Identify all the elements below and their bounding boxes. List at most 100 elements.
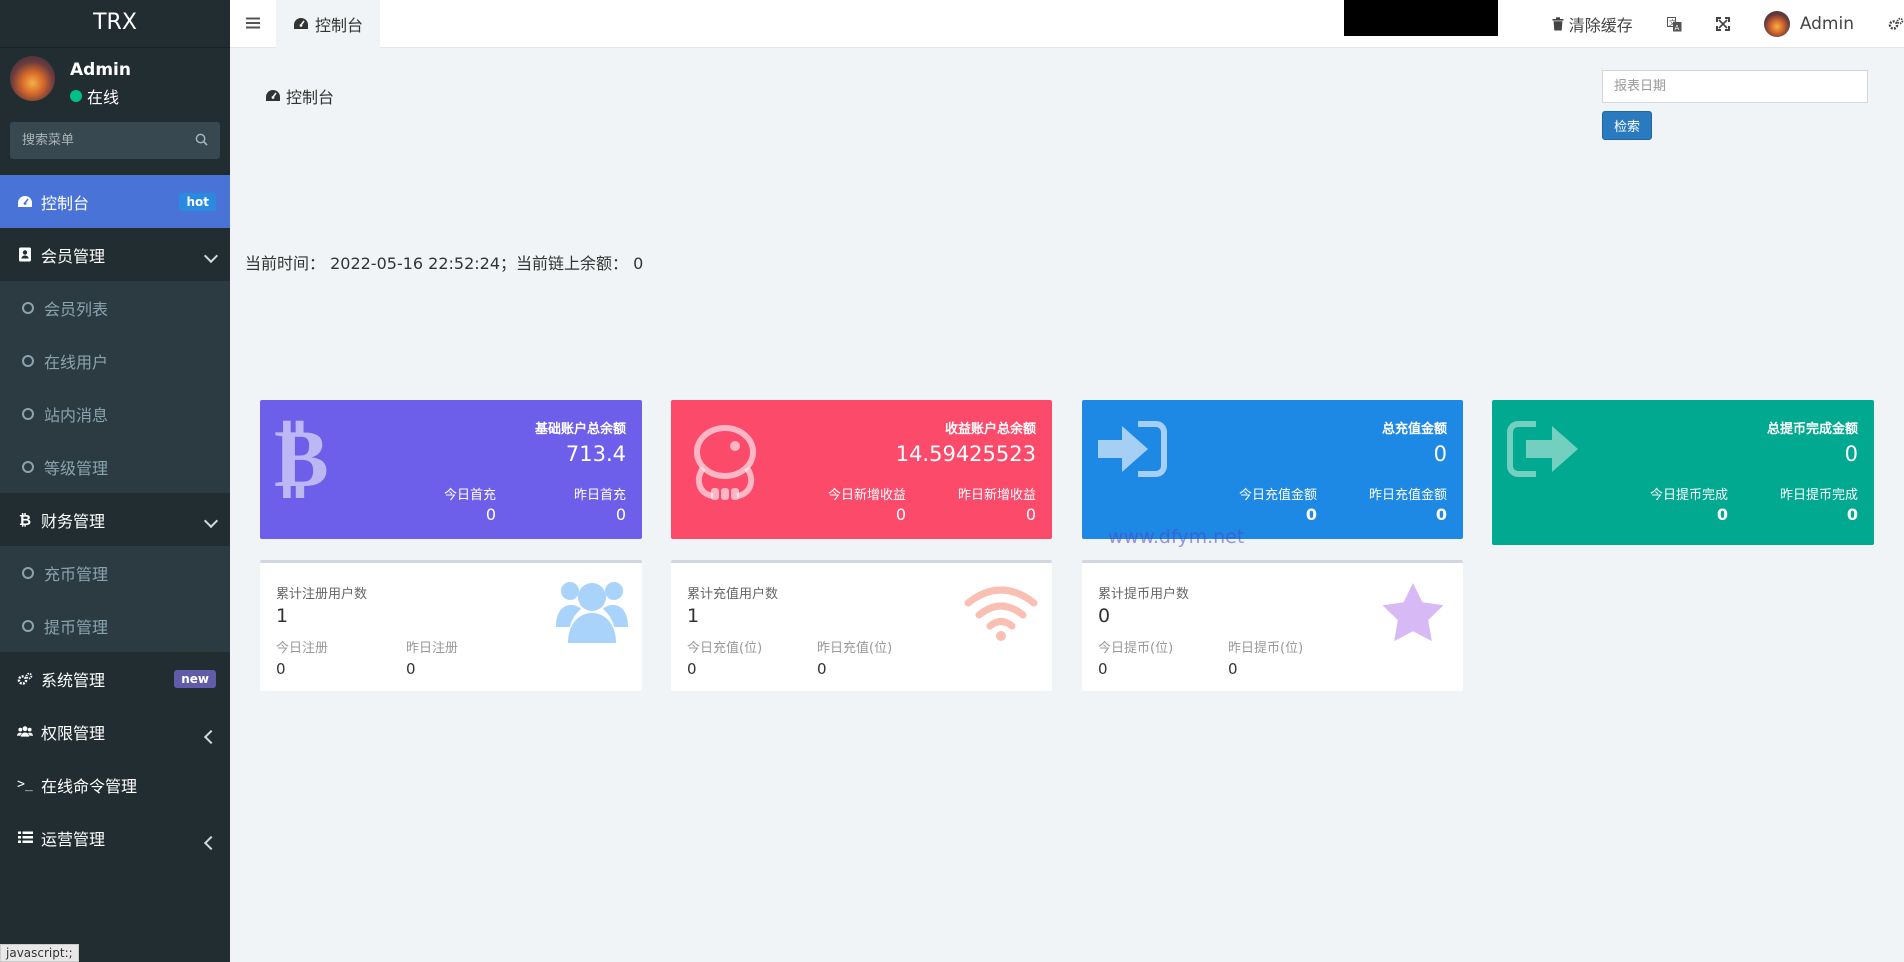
app-logo[interactable]: TRX [0,0,230,48]
info-card-sub-label: 昨日充值(位) [817,641,893,656]
info-card-sub-value: 0 [687,660,697,678]
bitcoin-icon: ₿ [274,418,329,498]
menu-search [10,122,220,159]
users-icon [17,724,33,740]
card-sub-value: 0 [1305,505,1317,524]
card-sub-left: 今日提币完成 0 [1650,484,1728,524]
info-card-value: 1 [276,605,289,627]
circle-icon [22,407,34,420]
sidebar-item-operations[interactable]: 运营管理 [0,811,230,864]
address-book-icon [17,247,33,263]
user-name: Admin [70,60,131,80]
card-value: 14.59425523 [895,442,1036,466]
card-sub-right: 昨日提币完成 0 [1780,484,1858,524]
card-sub-label: 今日充值金额 [1238,488,1317,503]
top-navbar: 控制台 清除缓存 文A Admin [230,0,1904,48]
info-card-sub-value: 0 [406,660,416,678]
settings-button[interactable] [1871,17,1904,31]
sidebar-item-system[interactable]: 系统管理 new [0,652,230,705]
sidebar-item-levels[interactable]: 等级管理 [0,440,230,493]
dashboard-icon [294,18,308,29]
online-dot-icon [70,90,82,102]
star-icon [1382,583,1444,642]
chevron-left-icon [203,729,219,744]
search-button[interactable]: 检索 [1602,111,1653,140]
sidebar-item-member-list[interactable]: 会员列表 [0,281,230,334]
redacted-block [1344,0,1498,36]
card-title: 总提币完成金额 [1766,422,1858,437]
card-sub-right: 昨日充值金额 0 [1369,484,1447,524]
card-sub-value: 0 [615,505,626,524]
card-value: 0 [1844,442,1858,466]
card-sub-value: 0 [1435,505,1447,524]
stat-card-total-withdraw: 总提币完成金额 0 今日提币完成 0 昨日提币完成 0 [1492,400,1874,545]
hot-badge: hot [179,192,216,211]
sidebar-item-label: 提币管理 [44,617,109,637]
tab-label: 控制台 [315,16,364,35]
sidebar-item-label: 会员管理 [41,246,106,266]
card-value: 0 [1433,442,1447,466]
watermark-text: www.dfym.net [1108,526,1245,548]
user-menu[interactable]: Admin [1747,11,1871,37]
trash-icon [1552,17,1564,31]
info-card-title: 累计提币用户数 [1098,587,1190,602]
card-title: 总充值金额 [1381,422,1447,437]
sidebar-item-label: 在线命令管理 [41,776,138,796]
terminal-icon: >_ [17,777,33,792]
navbar-actions: 清除缓存 文A Admin [1535,0,1904,48]
search-icon[interactable] [195,133,208,146]
sidebar-item-online-command[interactable]: >_ 在线命令管理 [0,758,230,811]
circle-icon [22,301,34,314]
avatar [10,56,55,101]
fullscreen-icon [1715,17,1730,31]
info-card-sub-value: 0 [1228,660,1238,678]
sidebar-item-online-users[interactable]: 在线用户 [0,334,230,387]
card-sub-value: 0 [485,505,496,524]
sidebar-item-withdraw[interactable]: 提币管理 [0,599,230,652]
info-card-sub-left: 今日注册 0 [276,637,328,678]
user-status-label: 在线 [87,88,120,107]
sidebar: TRX Admin 在线 控制台 hot 会员管理 会员列表 在线用户 [0,0,230,962]
card-sub-label: 昨日充值金额 [1368,488,1447,503]
wifi-icon [964,586,1038,641]
sidebar-item-label: 在线用户 [44,352,109,372]
hamburger-menu-icon[interactable] [246,16,260,30]
card-sub-label: 昨日新增收益 [957,488,1036,503]
page-title: 控制台 [265,84,334,108]
info-card-sub-right: 昨日充值(位) 0 [817,637,892,678]
card-sub-value: 0 [1846,505,1858,524]
language-button[interactable]: 文A [1650,16,1699,32]
sidebar-item-site-messages[interactable]: 站内消息 [0,387,230,440]
sidebar-item-permissions[interactable]: 权限管理 [0,705,230,758]
circle-icon [22,619,34,632]
sidebar-item-finance[interactable]: ₿ 财务管理 [0,493,230,546]
info-card-sub-value: 0 [276,660,286,678]
sidebar-item-members[interactable]: 会员管理 [0,228,230,281]
chevron-down-icon [203,248,219,263]
stat-card-income-balance: 收益账户总余额 14.59425523 今日新增收益 0 昨日新增收益 0 [671,400,1052,539]
menu-search-input[interactable] [10,122,220,159]
card-sub-label: 今日首充 [443,488,496,503]
sidebar-item-deposit[interactable]: 充币管理 [0,546,230,599]
card-value: 713.4 [565,442,626,466]
circle-icon [22,566,34,579]
fullscreen-button[interactable] [1699,17,1747,31]
clear-cache-button[interactable]: 清除缓存 [1535,12,1650,36]
sidebar-item-label: 充币管理 [44,564,109,584]
gears-icon [17,671,33,687]
card-sub-label: 昨日提币完成 [1779,488,1858,503]
top-user-name: Admin [1799,14,1854,34]
tab-dashboard[interactable]: 控制台 [276,0,381,48]
info-card-sub-left: 今日充值(位) 0 [687,637,762,678]
dashboard-icon [17,194,33,210]
info-card-sub-value: 0 [1098,660,1108,678]
parrot-logo-icon [694,425,756,500]
sidebar-item-dashboard[interactable]: 控制台 hot [0,175,230,228]
report-date-input[interactable] [1602,70,1868,103]
info-card-sub-left: 今日提币(位) 0 [1098,637,1173,678]
card-sub-value: 0 [895,505,906,524]
current-time-balance: 当前时间： 2022-05-16 22:52:24；当前链上余额： 0 [245,254,644,273]
translate-icon: 文A [1666,16,1682,32]
info-card-title: 累计注册用户数 [276,587,368,602]
stat-card-total-deposit: 总充值金额 0 今日充值金额 0 昨日充值金额 0 [1082,400,1463,539]
